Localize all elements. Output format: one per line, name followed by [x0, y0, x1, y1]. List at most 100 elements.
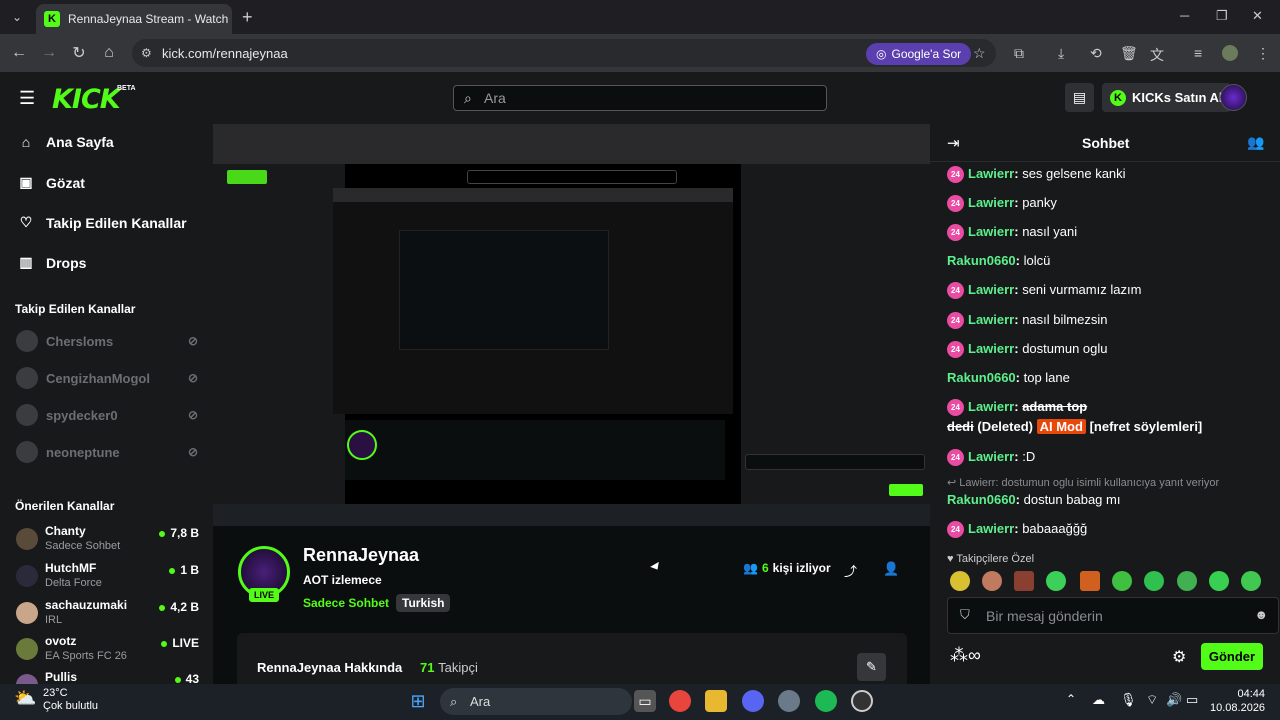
microphone-icon[interactable]: 🎙	[1120, 692, 1137, 708]
sidebar-item-following[interactable]: ♡ Takip Edilen Kanallar	[18, 214, 187, 231]
chat-input[interactable]: ⛉ Bir mesaj gönderin ☻	[947, 597, 1279, 634]
menu-icon[interactable]: ⋮	[1256, 45, 1270, 62]
chat-username[interactable]: Lawierr	[968, 166, 1014, 181]
offline-icon: ⊘	[187, 371, 198, 385]
back-icon[interactable]: ←	[4, 44, 34, 62]
chat-username[interactable]: Lawierr	[968, 224, 1014, 239]
emote[interactable]	[1014, 571, 1034, 591]
kicks-icon[interactable]: ⁂∞	[950, 645, 981, 666]
emote[interactable]	[982, 571, 1002, 591]
chat-username[interactable]: Lawierr	[968, 341, 1014, 356]
discord-icon[interactable]	[742, 690, 764, 712]
hamburger-menu-icon[interactable]: ☰	[19, 88, 35, 109]
sidebar-item-browse[interactable]: ▣ Gözat	[18, 174, 85, 191]
emote[interactable]	[1209, 571, 1229, 591]
sidebar-item-home[interactable]: ⌂ Ana Sayfa	[18, 134, 114, 150]
media-icon[interactable]: ≡	[1194, 45, 1202, 61]
edit-button[interactable]: ✎	[857, 653, 886, 681]
close-window-icon[interactable]: ✕	[1252, 8, 1263, 24]
browser-tab[interactable]: K RennaJeynaa Stream - Watch Li ✕	[36, 4, 232, 34]
taskbar-search[interactable]: ⌕ Ara	[440, 688, 632, 715]
translate-icon[interactable]: 文	[1150, 45, 1164, 65]
follow-user-icon[interactable]: 👤	[883, 561, 899, 577]
google-sor-button[interactable]: ◎ Google'a Sor	[866, 43, 972, 65]
chat-users-icon[interactable]: 👥	[1247, 134, 1264, 151]
trash-icon[interactable]: 🗑	[1120, 45, 1138, 62]
weather-icon[interactable]: ⛅	[14, 688, 36, 709]
system-clock[interactable]: 04:44 10.08.2026	[1210, 687, 1265, 715]
chrome-icon[interactable]	[669, 690, 691, 712]
recommended-channel[interactable]: Pullis 43	[16, 670, 202, 684]
recommended-channel[interactable]: sachauzumaki IRL 4,2 B	[16, 598, 202, 628]
kick-logo[interactable]: KICK	[52, 84, 121, 115]
wifi-icon[interactable]: ⌔	[1146, 692, 1158, 708]
video-player[interactable]	[213, 124, 930, 526]
chat-input-placeholder: Bir mesaj gönderin	[986, 607, 1103, 624]
chat-message: 24 Lawierr: babaaağğğ	[947, 519, 1262, 539]
send-button[interactable]: Gönder	[1201, 643, 1263, 670]
emote[interactable]	[1080, 571, 1100, 591]
layout-toggle-button[interactable]: ▤	[1065, 83, 1094, 112]
emote[interactable]	[1177, 571, 1197, 591]
stream-category[interactable]: Sadece Sohbet	[303, 596, 389, 610]
emote[interactable]	[1112, 571, 1132, 591]
home-icon[interactable]: ⌂	[94, 44, 124, 62]
sidebar-item-drops[interactable]: ▥ Drops	[18, 254, 86, 271]
settings-icon[interactable]	[778, 690, 800, 712]
file-explorer-icon[interactable]	[705, 690, 727, 712]
chat-username[interactable]: Lawierr	[968, 449, 1014, 464]
followed-channel[interactable]: CengizhanMogol ⊘	[16, 367, 198, 389]
task-view-icon[interactable]: ▭	[634, 690, 656, 712]
kicks-buy-button[interactable]: K KICKs Satın Al	[1102, 83, 1231, 112]
chat-username[interactable]: Lawierr	[968, 399, 1014, 414]
followed-channel[interactable]: neoneptune ⊘	[16, 441, 198, 463]
minimize-icon[interactable]: ─	[1180, 8, 1189, 23]
recommended-channel[interactable]: HutchMF Delta Force 1 B	[16, 561, 202, 591]
followers-number: 71	[420, 660, 435, 675]
maximize-icon[interactable]: ❐	[1216, 8, 1228, 24]
cloud-icon[interactable]: ☁	[1092, 692, 1105, 708]
emoji-icon[interactable]: ☻	[1254, 607, 1268, 622]
history-icon[interactable]: ⟲	[1090, 45, 1102, 62]
emote[interactable]	[1241, 571, 1261, 591]
recommended-channel[interactable]: Chanty Sadece Sohbet 7,8 B	[16, 524, 202, 554]
spotify-icon[interactable]	[815, 690, 837, 712]
chat-username[interactable]: Lawierr	[968, 195, 1014, 210]
emote[interactable]	[1046, 571, 1066, 591]
tab-search-button[interactable]: ⌄	[4, 6, 30, 28]
chat-username[interactable]: Rakun0660	[947, 253, 1016, 268]
site-info-icon[interactable]: ⚙	[141, 46, 152, 60]
collapse-chat-icon[interactable]: ⇥	[947, 134, 960, 152]
reload-icon[interactable]: ↻	[64, 43, 94, 63]
chat-message-deleted: 24 Lawierr: adama top dedi (Deleted) AI Mo…	[947, 399, 1203, 434]
extensions-icon[interactable]: ⧉	[1014, 45, 1024, 62]
obs-icon[interactable]	[851, 690, 873, 712]
tray-chevron-icon[interactable]: ⌃	[1066, 692, 1076, 706]
share-icon[interactable]: ⤴	[844, 561, 857, 580]
chat-username[interactable]: Rakun0660	[947, 370, 1016, 385]
settings-gear-icon[interactable]: ⚙	[1172, 647, 1186, 667]
chat-username[interactable]: Lawierr	[968, 282, 1014, 297]
forward-icon[interactable]: →	[34, 44, 64, 62]
video-nested-browser-chrome	[213, 124, 930, 164]
new-tab-button[interactable]: +	[242, 7, 253, 28]
followed-channel[interactable]: spydecker0 ⊘	[16, 404, 198, 426]
search-input[interactable]: ⌕ Ara	[453, 85, 827, 111]
stream-tag[interactable]: Turkish	[396, 594, 451, 612]
bookmark-star-icon[interactable]: ☆	[973, 45, 986, 62]
chat-username[interactable]: Lawierr	[968, 312, 1014, 327]
profile-icon[interactable]	[1222, 45, 1238, 61]
windows-start-icon[interactable]: ⊞	[407, 690, 429, 712]
user-avatar[interactable]	[1220, 84, 1247, 111]
volume-icon[interactable]: 🔊	[1166, 692, 1182, 708]
chat-username[interactable]: Lawierr	[968, 521, 1014, 536]
chat-username[interactable]: Rakun0660	[947, 492, 1016, 507]
emote[interactable]	[950, 571, 970, 591]
recommended-channel[interactable]: ovotz EA Sports FC 26 LIVE	[16, 634, 202, 664]
followed-channel[interactable]: Chersloms ⊘	[16, 330, 198, 352]
channel-name[interactable]: RennaJeynaa	[303, 545, 419, 566]
emote[interactable]	[1144, 571, 1164, 591]
weather-widget[interactable]: 23°C Çok bulutlu	[43, 687, 98, 713]
download-icon[interactable]: ⤓	[1058, 45, 1064, 62]
battery-icon[interactable]: ▭	[1186, 692, 1198, 708]
